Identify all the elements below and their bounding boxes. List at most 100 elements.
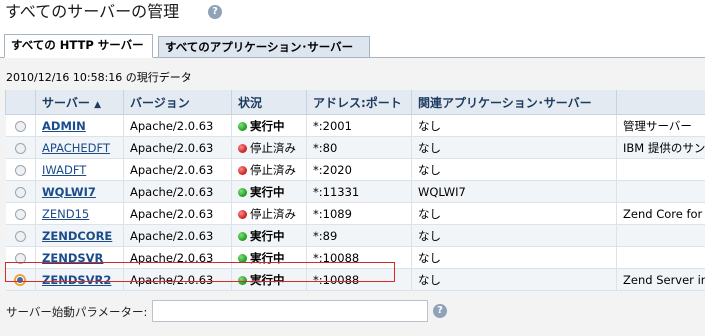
status-running-icon: [238, 275, 247, 285]
server-link[interactable]: ZENDSVR: [42, 251, 103, 265]
status-label: 実行中: [250, 118, 285, 133]
version-cell: Apache/2.0.63: [123, 224, 232, 247]
app-server-cell: なし: [411, 136, 617, 159]
description-cell: [616, 246, 705, 269]
server-name-cell: ZENDCORE: [35, 224, 124, 247]
server-link[interactable]: WQLWI7: [42, 185, 96, 199]
startup-params-help-icon[interactable]: ?: [433, 304, 447, 318]
app-server-cell: なし: [411, 202, 617, 225]
column-header-app-server[interactable]: 関連アプリケーション･サーバー: [411, 90, 617, 115]
servers-table: サーバー ▲ バージョン 状況 アドレス:ポート 関連アプリケーション･サーバー…: [5, 90, 705, 291]
row-select-cell: [5, 202, 36, 225]
status-label: 実行中: [250, 184, 285, 199]
row-radio-button[interactable]: [14, 120, 26, 132]
row-radio-button[interactable]: [14, 230, 26, 242]
address-port-cell: *:1089: [306, 202, 412, 225]
table-header-row: サーバー ▲ バージョン 状況 アドレス:ポート 関連アプリケーション･サーバー: [5, 90, 705, 115]
description-cell: [616, 224, 705, 247]
table-row[interactable]: ZENDSVR2 Apache/2.0.63 実行中 *:10088 なし Zend Se…: [5, 268, 705, 291]
status-cell: 停止済み: [231, 136, 307, 159]
row-select-cell: [5, 158, 36, 181]
row-select-cell: [5, 180, 36, 203]
app-server-cell: なし: [411, 114, 617, 137]
status-label: 実行中: [250, 228, 285, 243]
description-cell: 管理サーバー: [616, 114, 705, 137]
server-link[interactable]: ZENDSVR2: [42, 273, 111, 287]
status-cell: 実行中: [231, 246, 307, 269]
table-row[interactable]: ZEND15 Apache/2.0.63 停止済み *:1089 なし Zend Core…: [5, 202, 705, 225]
app-server-cell: なし: [411, 224, 617, 247]
status-stopped-icon: [238, 165, 247, 175]
address-port-cell: *:10088: [306, 268, 412, 291]
row-radio-button[interactable]: [14, 186, 26, 198]
server-link[interactable]: ADMIN: [42, 119, 86, 133]
status-stopped-icon: [238, 209, 247, 219]
status-cell: 停止済み: [231, 158, 307, 181]
startup-params-label: サーバー始動パラメーター:: [6, 305, 148, 319]
description-cell: Zend Server insta: [616, 268, 705, 291]
status-running-icon: [238, 121, 247, 131]
row-radio-button[interactable]: [14, 274, 27, 286]
server-name-cell: ZEND15: [35, 202, 124, 225]
server-link[interactable]: IWADFT: [42, 163, 86, 177]
table-row[interactable]: WQLWI7 Apache/2.0.63 実行中 *:11331 WQLWI7: [5, 180, 705, 203]
row-radio-button[interactable]: [14, 208, 26, 220]
column-header-address-port[interactable]: アドレス:ポート: [306, 90, 412, 115]
address-port-cell: *:10088: [306, 246, 412, 269]
tab-all-http-servers[interactable]: すべての HTTP サーバー: [4, 34, 153, 58]
row-select-cell: [5, 114, 36, 137]
status-running-icon: [238, 253, 247, 263]
status-cell: 停止済み: [231, 202, 307, 225]
server-name-cell: ZENDSVR: [35, 246, 124, 269]
status-cell: 実行中: [231, 268, 307, 291]
page-title: すべてのサーバーの管理: [5, 2, 180, 21]
server-name-cell: APACHEDFT: [35, 136, 124, 159]
status-label: 停止済み: [250, 140, 296, 155]
column-header-status[interactable]: 状況: [231, 90, 307, 115]
version-cell: Apache/2.0.63: [123, 202, 232, 225]
server-link[interactable]: ZEND15: [42, 207, 89, 221]
address-port-cell: *:2001: [306, 114, 412, 137]
version-cell: Apache/2.0.63: [123, 114, 232, 137]
row-select-cell: [5, 268, 36, 291]
server-name-cell: ZENDSVR2: [35, 268, 124, 291]
column-header-server[interactable]: サーバー ▲: [35, 90, 124, 115]
server-link[interactable]: APACHEDFT: [42, 141, 110, 155]
status-label: 実行中: [250, 272, 285, 287]
help-icon[interactable]: ?: [208, 5, 222, 19]
status-stopped-icon: [238, 143, 247, 153]
table-row[interactable]: ZENDCORE Apache/2.0.63 実行中 *:89 なし: [5, 224, 705, 247]
sort-ascending-icon: ▲: [94, 99, 101, 110]
column-header-version[interactable]: バージョン: [123, 90, 232, 115]
status-label: 停止済み: [250, 162, 296, 177]
description-cell: [616, 158, 705, 181]
version-cell: Apache/2.0.63: [123, 268, 232, 291]
row-radio-button[interactable]: [14, 142, 26, 154]
description-cell: [616, 180, 705, 203]
server-name-cell: ADMIN: [35, 114, 124, 137]
row-radio-button[interactable]: [14, 164, 26, 176]
server-name-cell: IWADFT: [35, 158, 124, 181]
status-running-icon: [238, 187, 247, 197]
column-header-select: [5, 90, 36, 115]
address-port-cell: *:89: [306, 224, 412, 247]
version-cell: Apache/2.0.63: [123, 246, 232, 269]
server-link[interactable]: ZENDCORE: [42, 229, 112, 243]
table-row[interactable]: ADMIN Apache/2.0.63 実行中 *:2001 なし 管理サーバー: [5, 114, 705, 137]
row-select-cell: [5, 224, 36, 247]
table-row[interactable]: APACHEDFT Apache/2.0.63 停止済み *:80 なし IBM 提供のサ…: [5, 136, 705, 159]
table-row[interactable]: ZENDSVR Apache/2.0.63 実行中 *:10088 なし: [5, 246, 705, 269]
address-port-cell: *:80: [306, 136, 412, 159]
column-header-description: [616, 90, 705, 115]
table-row[interactable]: IWADFT Apache/2.0.63 停止済み *:2020 なし: [5, 158, 705, 181]
startup-params-input[interactable]: [152, 300, 428, 322]
status-label: 停止済み: [250, 206, 296, 221]
row-radio-button[interactable]: [14, 252, 26, 264]
status-running-icon: [238, 231, 247, 241]
current-data-timestamp: 2010/12/16 10:58:16 の現行データ: [6, 71, 192, 84]
tab-all-application-servers[interactable]: すべてのアプリケーション･サーバー: [158, 36, 370, 57]
address-port-cell: *:2020: [306, 158, 412, 181]
status-cell: 実行中: [231, 114, 307, 137]
row-select-cell: [5, 246, 36, 269]
description-cell: IBM 提供のサンプ: [616, 136, 705, 159]
